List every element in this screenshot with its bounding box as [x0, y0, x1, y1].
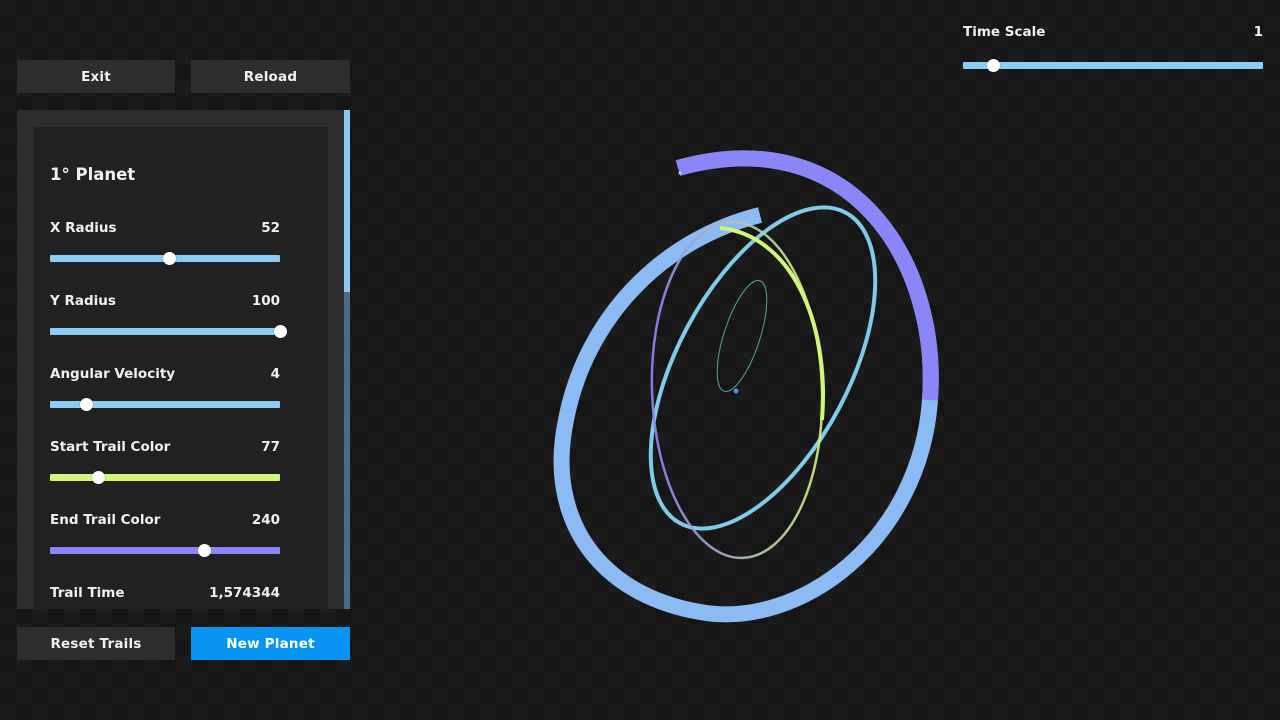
time-scale-value: 1: [1253, 24, 1263, 40]
field-value: 240: [251, 512, 280, 528]
reload-button[interactable]: Reload: [191, 60, 350, 93]
field-label: Trail Time: [50, 585, 125, 601]
slider-track[interactable]: [50, 328, 280, 335]
field-label: X Radius: [50, 220, 117, 236]
planet-settings-panel[interactable]: 1° Planet X Radius 52 Y Radius 100 Angular V…: [17, 110, 350, 609]
time-scale-label: Time Scale: [963, 24, 1046, 40]
field-label: Start Trail Color: [50, 439, 171, 455]
center-dot-icon: [733, 388, 739, 394]
slider-thumb[interactable]: [163, 252, 177, 265]
slider[interactable]: [50, 325, 287, 338]
field-label: Y Radius: [50, 293, 116, 309]
field-label: Angular Velocity: [50, 366, 176, 382]
exit-button[interactable]: Exit: [17, 60, 175, 93]
slider-track[interactable]: [50, 474, 280, 481]
field-value: 100: [251, 293, 280, 309]
time-scale-slider-thumb[interactable]: [986, 59, 1000, 72]
time-scale-slider-track[interactable]: [963, 62, 1263, 69]
field-value: 52: [261, 220, 280, 236]
panel-scrollbar[interactable]: [344, 110, 350, 609]
field-value: 4: [270, 366, 280, 382]
reset-trails-button[interactable]: Reset Trails: [17, 627, 175, 660]
field-value: 77: [261, 439, 280, 455]
slider-track[interactable]: [50, 547, 280, 554]
field-label: End Trail Color: [50, 512, 161, 528]
new-planet-button[interactable]: New Planet: [191, 627, 350, 660]
slider[interactable]: [50, 544, 280, 557]
slider-thumb[interactable]: [197, 544, 211, 557]
slider-thumb[interactable]: [273, 325, 287, 338]
scrollbar-thumb[interactable]: [344, 110, 350, 292]
field-value: 1,574344: [209, 585, 280, 601]
time-scale-slider[interactable]: [963, 59, 1263, 72]
slider-thumb[interactable]: [91, 471, 105, 484]
slider[interactable]: [50, 471, 280, 484]
planet-marker: [678, 171, 682, 175]
small-loop-trail: [716, 280, 768, 392]
slider[interactable]: [50, 252, 280, 265]
panel-title: 1° Planet: [50, 165, 136, 184]
slider[interactable]: [50, 398, 280, 411]
